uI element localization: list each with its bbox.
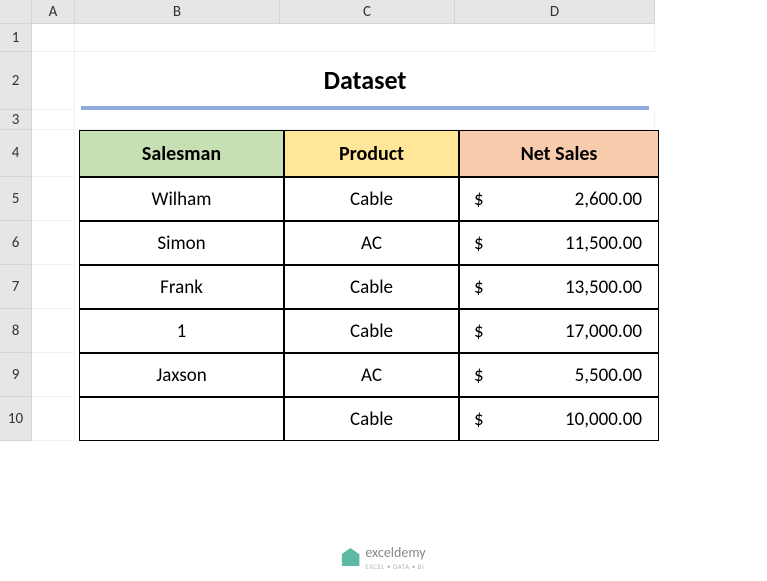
amount: 2,600.00 bbox=[575, 188, 642, 211]
watermark-text: exceldemy EXCEL • DATA • BI bbox=[365, 543, 425, 571]
cell-netsales[interactable]: $17,000.00 bbox=[459, 309, 659, 353]
amount: 11,500.00 bbox=[565, 232, 642, 255]
cell-A8[interactable] bbox=[32, 309, 75, 353]
cell-salesman[interactable]: Frank bbox=[79, 265, 284, 309]
spreadsheet-grid: A B C D 1 2 Dataset 3 4 5 6 7 8 9 10 Sal… bbox=[0, 0, 767, 441]
cell-product[interactable]: AC bbox=[284, 221, 459, 265]
cell-product[interactable]: Cable bbox=[284, 265, 459, 309]
header-netsales[interactable]: Net Sales bbox=[459, 130, 659, 177]
cell-product[interactable]: Cable bbox=[284, 177, 459, 221]
cell-salesman[interactable]: Simon bbox=[79, 221, 284, 265]
col-header-C[interactable]: C bbox=[280, 0, 455, 24]
row-header-4[interactable]: 4 bbox=[0, 130, 32, 177]
currency-symbol: $ bbox=[474, 408, 484, 431]
dataset-title-cell[interactable]: Dataset bbox=[81, 54, 649, 110]
cell-A2[interactable] bbox=[32, 52, 75, 110]
cell-netsales[interactable]: $13,500.00 bbox=[459, 265, 659, 309]
currency-symbol: $ bbox=[474, 188, 484, 211]
row-header-9[interactable]: 9 bbox=[0, 353, 32, 397]
watermark: exceldemy EXCEL • DATA • BI bbox=[341, 543, 425, 571]
row-header-2[interactable]: 2 bbox=[0, 52, 32, 110]
dataset-title: Dataset bbox=[324, 64, 407, 96]
watermark-brand: exceldemy bbox=[365, 544, 425, 561]
cell-salesman[interactable]: 1 bbox=[79, 309, 284, 353]
cell-A9[interactable] bbox=[32, 353, 75, 397]
col-header-A[interactable]: A bbox=[32, 0, 75, 24]
cell-salesman[interactable]: Jaxson bbox=[79, 353, 284, 397]
currency-symbol: $ bbox=[474, 232, 484, 255]
cell-A1[interactable] bbox=[32, 24, 75, 52]
row-header-6[interactable]: 6 bbox=[0, 221, 32, 265]
cell-A5[interactable] bbox=[32, 177, 75, 221]
select-all-corner[interactable] bbox=[0, 0, 32, 24]
cell-product[interactable]: AC bbox=[284, 353, 459, 397]
currency-symbol: $ bbox=[474, 276, 484, 299]
amount: 10,000.00 bbox=[565, 408, 642, 431]
header-product[interactable]: Product bbox=[284, 130, 459, 177]
col-header-B[interactable]: B bbox=[75, 0, 280, 24]
watermark-tagline: EXCEL • DATA • BI bbox=[365, 562, 425, 571]
cell-salesman[interactable] bbox=[79, 397, 284, 441]
data-table: Salesman Product Net Sales Wilham Cable … bbox=[79, 130, 651, 441]
cell-A4[interactable] bbox=[32, 130, 75, 177]
cell-A3[interactable] bbox=[32, 110, 75, 130]
header-salesman[interactable]: Salesman bbox=[79, 130, 284, 177]
cell-netsales[interactable]: $2,600.00 bbox=[459, 177, 659, 221]
col-header-D[interactable]: D bbox=[455, 0, 655, 24]
row-header-7[interactable]: 7 bbox=[0, 265, 32, 309]
cell-A6[interactable] bbox=[32, 221, 75, 265]
row-header-3[interactable]: 3 bbox=[0, 110, 32, 130]
amount: 13,500.00 bbox=[565, 276, 642, 299]
cell-netsales[interactable]: $11,500.00 bbox=[459, 221, 659, 265]
row-header-8[interactable]: 8 bbox=[0, 309, 32, 353]
cell-netsales[interactable]: $10,000.00 bbox=[459, 397, 659, 441]
amount: 5,500.00 bbox=[575, 364, 642, 387]
cell-A10[interactable] bbox=[32, 397, 75, 441]
cell-product[interactable]: Cable bbox=[284, 397, 459, 441]
exceldemy-logo-icon bbox=[341, 548, 359, 566]
cell-B1-D1[interactable] bbox=[75, 24, 655, 52]
cell-product[interactable]: Cable bbox=[284, 309, 459, 353]
row-header-1[interactable]: 1 bbox=[0, 24, 32, 52]
currency-symbol: $ bbox=[474, 320, 484, 343]
cell-salesman[interactable]: Wilham bbox=[79, 177, 284, 221]
row-header-10[interactable]: 10 bbox=[0, 397, 32, 441]
cell-B3-D3[interactable] bbox=[75, 110, 655, 130]
currency-symbol: $ bbox=[474, 364, 484, 387]
cell-A7[interactable] bbox=[32, 265, 75, 309]
row-header-5[interactable]: 5 bbox=[0, 177, 32, 221]
amount: 17,000.00 bbox=[565, 320, 642, 343]
cell-netsales[interactable]: $5,500.00 bbox=[459, 353, 659, 397]
